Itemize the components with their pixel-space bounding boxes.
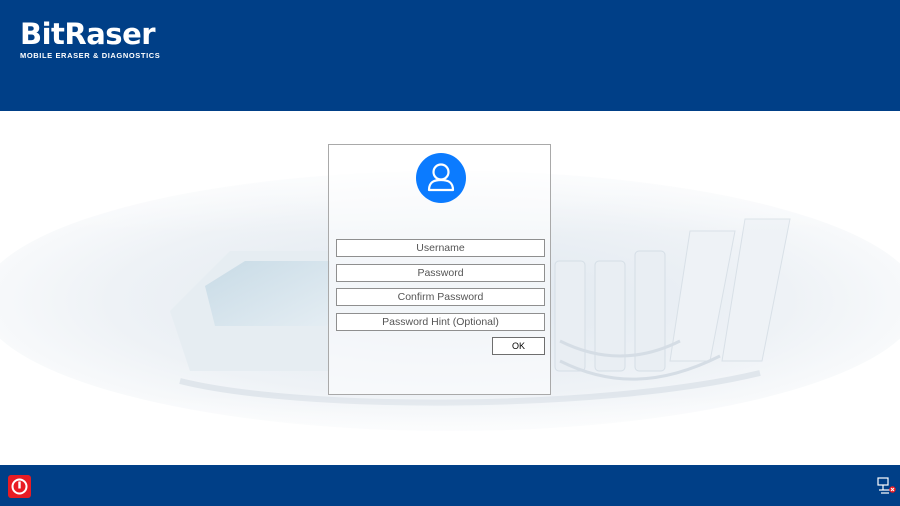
user-avatar (416, 153, 466, 203)
password-input[interactable] (336, 264, 545, 282)
bitraser-logo: BitRaser MOBILE ERASER & DIAGNOSTICS (20, 18, 160, 60)
ok-button[interactable]: OK (492, 337, 545, 355)
footer-bar (0, 465, 900, 506)
logo-wordmark: BitRaser (20, 17, 156, 51)
power-button[interactable] (8, 475, 31, 498)
app-window: BitRaser MOBILE ERASER & DIAGNOSTICS Use… (0, 0, 900, 506)
create-account-dialog: OK (328, 144, 551, 395)
logo-tagline: MOBILE ERASER & DIAGNOSTICS (20, 51, 161, 60)
confirm-password-input[interactable] (336, 288, 545, 306)
network-disconnected-icon[interactable] (877, 477, 897, 495)
password-hint-input[interactable] (336, 313, 545, 331)
username-input[interactable] (336, 239, 545, 257)
power-icon (11, 478, 28, 495)
user-icon (427, 163, 455, 192)
header-bar: BitRaser MOBILE ERASER & DIAGNOSTICS (0, 0, 900, 111)
